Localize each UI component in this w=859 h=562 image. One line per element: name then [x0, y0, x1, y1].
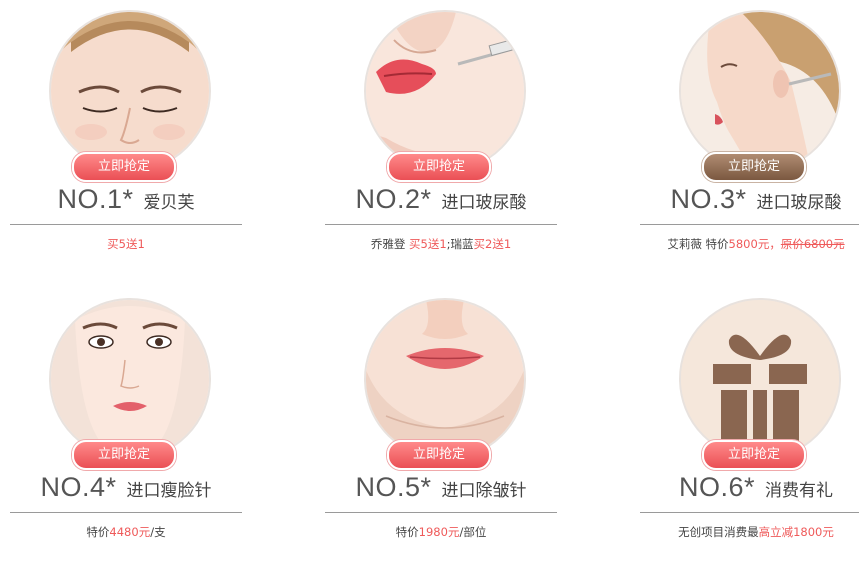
product-card-3[interactable]: 立即抢定 NO.3* 进口玻尿酸 艾莉薇 特价5800元，原价6800元 [640, 4, 859, 274]
product-number: NO.6* [678, 472, 756, 502]
buy-now-button[interactable]: 立即抢定 [702, 152, 806, 182]
profile-ear-injection-illustration [679, 10, 841, 172]
promo-text: /部位 [459, 525, 487, 539]
product-promo: 乔雅登 买5送1;瑞蓝买2送1 [315, 236, 567, 252]
product-title: NO.2* 进口玻尿酸 [325, 184, 557, 225]
promo-text: 特价 [395, 525, 419, 539]
product-card-2[interactable]: 立即抢定 NO.2* 进口玻尿酸 乔雅登 买5送1;瑞蓝买2送1 [325, 4, 557, 274]
product-title: NO.5* 进口除皱针 [325, 472, 557, 513]
promo-highlight: 买5送1 [107, 237, 145, 251]
promo-text: 无创项目消费最 [678, 525, 759, 539]
face-eyes-closed-illustration [49, 10, 211, 172]
promo-highlight: 买2送1 [473, 237, 512, 251]
product-promo: 无创项目消费最高立减1800元 [630, 524, 859, 540]
full-face-illustration [49, 298, 211, 460]
product-promo: 特价1980元/部位 [315, 524, 567, 540]
buy-now-button[interactable]: 立即抢定 [702, 440, 806, 470]
product-card-6[interactable]: 立即抢定 NO.6* 消费有礼 无创项目消费最高立减1800元 [640, 292, 859, 562]
product-name: 进口玻尿酸 [756, 193, 842, 213]
product-number: NO.5* [355, 472, 432, 502]
product-number: NO.4* [40, 472, 117, 502]
original-price: 原价6800元 [780, 237, 845, 251]
buy-now-button[interactable]: 立即抢定 [72, 152, 176, 182]
product-title: NO.1* 爱贝芙 [10, 184, 242, 225]
promo-text: 乔雅登 [370, 237, 409, 251]
product-title: NO.6* 消费有礼 [640, 472, 859, 513]
product-promo: 艾莉薇 特价5800元，原价6800元 [630, 236, 859, 252]
product-card-4[interactable]: 立即抢定 NO.4* 进口瘦脸针 特价4480元/支 [10, 292, 242, 562]
promo-highlight: 买5送1 [409, 237, 447, 251]
buy-now-button[interactable]: 立即抢定 [387, 440, 491, 470]
promo-text: ;瑞蓝 [446, 237, 474, 251]
promo-text: /支 [150, 525, 166, 539]
buy-now-button[interactable]: 立即抢定 [72, 440, 176, 470]
product-number: NO.1* [57, 184, 134, 214]
product-title: NO.3* 进口玻尿酸 [640, 184, 859, 225]
lips-chin-illustration [364, 298, 526, 460]
promo-highlight: 高立减1800元 [758, 525, 834, 539]
lips-injection-illustration [364, 10, 526, 172]
product-card-1[interactable]: 立即抢定 NO.1* 爱贝芙 买5送1 [10, 4, 242, 274]
promo-text: 特价 [86, 525, 110, 539]
product-name: 进口瘦脸针 [126, 481, 212, 501]
product-name: 爱贝芙 [143, 193, 195, 213]
product-name: 进口除皱针 [441, 481, 527, 501]
product-name: 进口玻尿酸 [441, 193, 527, 213]
product-title: NO.4* 进口瘦脸针 [10, 472, 242, 513]
product-number: NO.2* [355, 184, 432, 214]
promo-highlight: 5800元， [728, 237, 781, 251]
product-promo: 买5送1 [0, 236, 252, 252]
product-name: 消费有礼 [765, 481, 834, 501]
product-number: NO.3* [670, 184, 747, 214]
promo-highlight: 1980元 [418, 525, 460, 539]
promo-highlight: 4480元 [109, 525, 151, 539]
gift-icon [679, 298, 841, 460]
promo-text: 艾莉薇 特价 [667, 237, 729, 251]
product-card-5[interactable]: 立即抢定 NO.5* 进口除皱针 特价1980元/部位 [325, 292, 557, 562]
product-promo: 特价4480元/支 [0, 524, 252, 540]
buy-now-button[interactable]: 立即抢定 [387, 152, 491, 182]
